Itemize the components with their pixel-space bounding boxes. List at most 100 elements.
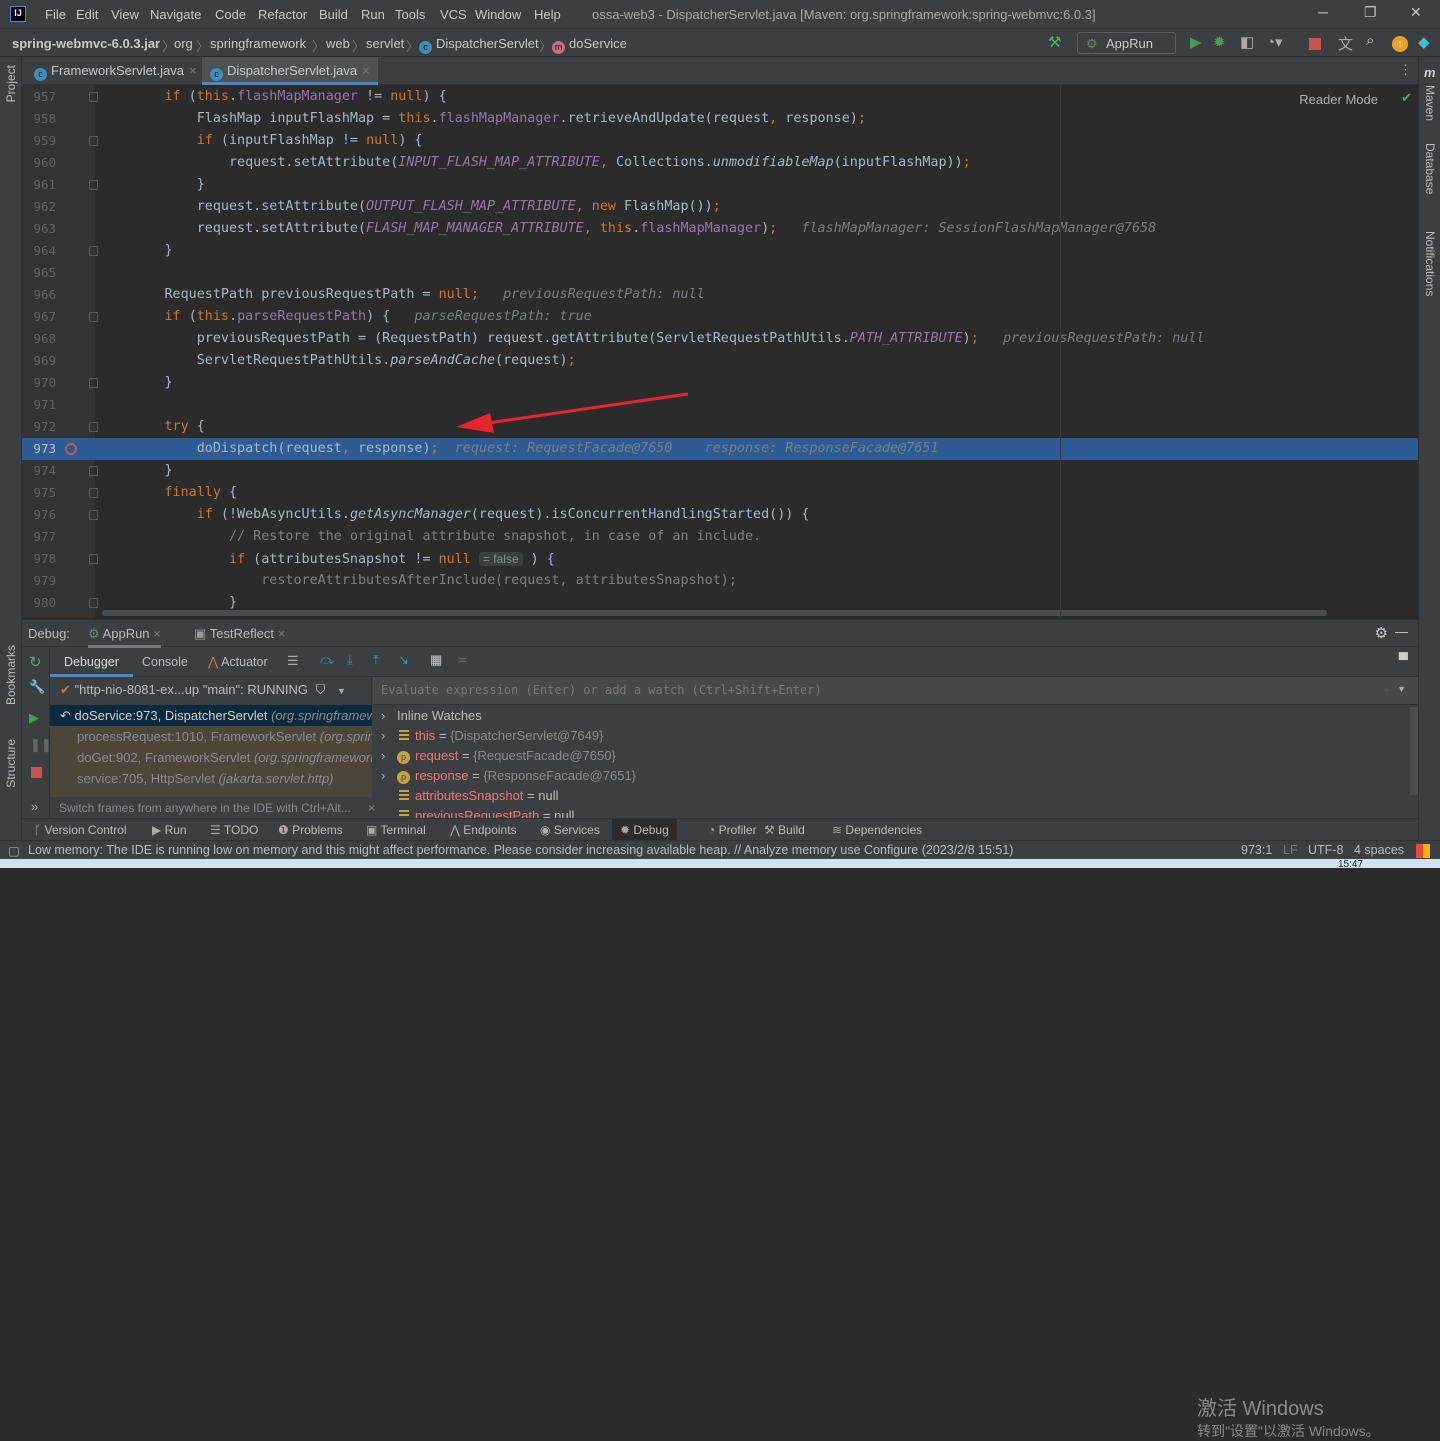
code-line[interactable]: 967 if (this.parseRequestPath) { parseRe… bbox=[22, 306, 1418, 328]
fold-marker-icon[interactable] bbox=[89, 598, 98, 608]
tab-debugger[interactable]: Debugger bbox=[50, 647, 133, 677]
code-line[interactable]: 972 try { bbox=[22, 416, 1418, 438]
code-line[interactable]: 962 request.setAttribute(OUTPUT_FLASH_MA… bbox=[22, 196, 1418, 218]
breadcrumb-springframework[interactable]: springframework bbox=[210, 36, 306, 51]
fold-marker-icon[interactable] bbox=[89, 466, 98, 476]
chevron-down-icon[interactable]: ▼ bbox=[1397, 684, 1406, 694]
restore-button[interactable]: ❐ bbox=[1364, 4, 1377, 21]
search-icon[interactable]: ⌕ bbox=[1366, 32, 1374, 49]
database-tool-button[interactable]: Database bbox=[1423, 143, 1437, 194]
thread-selector[interactable]: ✔ "http-nio-8081-ex...up "main": RUNNING… bbox=[50, 677, 372, 704]
expand-chevron-icon[interactable]: › bbox=[381, 768, 395, 783]
line-number[interactable]: 958 bbox=[22, 108, 56, 130]
fold-marker-icon[interactable] bbox=[89, 378, 98, 388]
breadcrumb-web[interactable]: web bbox=[326, 36, 350, 51]
bookmarks-tool-button[interactable]: Bookmarks bbox=[4, 645, 18, 705]
code-line[interactable]: 960 request.setAttribute(INPUT_FLASH_MAP… bbox=[22, 152, 1418, 174]
breadcrumb-method[interactable]: m doService bbox=[552, 36, 627, 54]
line-number[interactable]: 974 bbox=[22, 460, 56, 482]
minimize-panel-icon[interactable]: — bbox=[1395, 624, 1408, 639]
run-icon[interactable]: ▶ bbox=[1190, 33, 1202, 51]
tool-window-problems[interactable]: ❶ Problems bbox=[278, 823, 343, 837]
stop-icon[interactable] bbox=[1309, 38, 1321, 50]
filter-icon[interactable]: ⛉ bbox=[316, 682, 326, 697]
step-over-icon[interactable]: ⤼ bbox=[320, 652, 334, 668]
breadcrumb-org[interactable]: org bbox=[174, 36, 193, 51]
tool-window-dependencies[interactable]: ≋ Dependencies bbox=[832, 823, 922, 837]
reader-mode-button[interactable]: Reader Mode bbox=[1299, 92, 1378, 107]
minimize-button[interactable]: ─ bbox=[1318, 4, 1328, 20]
menu-help[interactable]: Help bbox=[534, 7, 561, 22]
code-line[interactable]: 965 bbox=[22, 262, 1418, 284]
expand-chevron-icon[interactable]: › bbox=[381, 708, 395, 723]
chevron-down-icon[interactable]: ▼ bbox=[337, 686, 346, 696]
indent-setting[interactable]: 4 spaces bbox=[1354, 843, 1404, 857]
variable-row[interactable]: › Inline Watches bbox=[381, 708, 482, 728]
line-number[interactable]: 961 bbox=[22, 174, 56, 196]
debug-icon[interactable]: ✹ bbox=[1213, 33, 1226, 51]
line-number[interactable]: 976 bbox=[22, 504, 56, 526]
plugin-icon[interactable]: ◆ bbox=[1418, 33, 1430, 51]
pause-icon[interactable]: ❚❚ bbox=[30, 737, 52, 753]
expand-chevron-icon[interactable]: › bbox=[381, 748, 395, 763]
tab-frameworkservlet[interactable]: c FrameworkServlet.java × bbox=[26, 57, 205, 85]
stack-frame[interactable]: service:705, HttpServlet (jakarta.servle… bbox=[50, 768, 372, 798]
fold-marker-icon[interactable] bbox=[89, 246, 98, 256]
variable-row[interactable]: › this = {DispatcherServlet@7649} bbox=[381, 728, 603, 748]
close-window-button[interactable]: ✕ bbox=[1410, 4, 1422, 21]
tool-window-services[interactable]: ◉ Services bbox=[540, 823, 600, 837]
code-line[interactable]: 973 doDispatch(request, response); reque… bbox=[22, 438, 1418, 460]
line-number[interactable]: 971 bbox=[22, 394, 56, 416]
settings-gear-icon[interactable]: ⚙ bbox=[1375, 624, 1388, 642]
fold-marker-icon[interactable] bbox=[89, 554, 98, 564]
tool-window-run[interactable]: ▶ Run bbox=[152, 823, 187, 837]
session-tab-testreflect[interactable]: ▣ TestReflect × bbox=[194, 626, 285, 642]
line-number[interactable]: 979 bbox=[22, 570, 56, 592]
breakpoint-icon[interactable] bbox=[65, 443, 77, 455]
project-tool-button[interactable]: Project bbox=[4, 65, 18, 102]
code-line[interactable]: 979 restoreAttributesAfterInclude(reques… bbox=[22, 570, 1418, 592]
run-to-cursor-icon[interactable]: ↘ bbox=[398, 652, 409, 668]
update-icon[interactable]: ↑ bbox=[1392, 36, 1408, 52]
settings-wrench-icon[interactable]: 🔧 bbox=[29, 679, 45, 695]
breadcrumb-class[interactable]: c DispatcherServlet bbox=[419, 36, 539, 54]
breadcrumb-jar[interactable]: spring-webmvc-6.0.3.jar bbox=[12, 36, 160, 51]
close-tab-icon[interactable]: × bbox=[362, 63, 370, 78]
evaluate-expression-icon[interactable]: ▦ bbox=[430, 652, 442, 668]
line-number[interactable]: 973 bbox=[22, 438, 56, 460]
code-line[interactable]: 971 bbox=[22, 394, 1418, 416]
line-number[interactable]: 966 bbox=[22, 284, 56, 306]
close-tab-icon[interactable]: × bbox=[278, 626, 286, 641]
menu-edit[interactable]: Edit bbox=[76, 7, 98, 22]
line-number[interactable]: 968 bbox=[22, 328, 56, 350]
expand-chevron-icon[interactable]: › bbox=[381, 728, 395, 743]
vertical-scrollbar[interactable] bbox=[1410, 707, 1418, 795]
line-number[interactable]: 963 bbox=[22, 218, 56, 240]
add-watch-icon[interactable]: + bbox=[1382, 682, 1390, 697]
line-number[interactable]: 977 bbox=[22, 526, 56, 548]
horizontal-scrollbar[interactable] bbox=[102, 610, 1327, 616]
line-number[interactable]: 975 bbox=[22, 482, 56, 504]
code-editor[interactable]: 957 if (this.flashMapManager != null) {9… bbox=[22, 85, 1418, 618]
line-number[interactable]: 964 bbox=[22, 240, 56, 262]
code-line[interactable]: 968 previousRequestPath = (RequestPath) … bbox=[22, 328, 1418, 350]
menu-navigate[interactable]: Navigate bbox=[150, 7, 201, 22]
tool-window-todo[interactable]: ☰ TODO bbox=[210, 823, 258, 837]
tab-actuator[interactable]: ⋀ Actuator bbox=[208, 654, 268, 669]
menu-tools[interactable]: Tools bbox=[395, 7, 425, 22]
line-number[interactable]: 980 bbox=[22, 592, 56, 614]
tool-window-endpoints[interactable]: ⋀ Endpoints bbox=[450, 823, 517, 837]
close-tab-icon[interactable]: × bbox=[189, 63, 197, 78]
more-tabs-icon[interactable]: ⋮ bbox=[1399, 62, 1412, 78]
line-number[interactable]: 957 bbox=[22, 86, 56, 108]
variable-row[interactable]: › p response = {ResponseFacade@7651} bbox=[381, 768, 636, 788]
layout-settings-icon[interactable]: ▀ bbox=[1399, 652, 1408, 667]
code-line[interactable]: 959 if (inputFlashMap != null) { bbox=[22, 130, 1418, 152]
menu-file[interactable]: File bbox=[45, 7, 66, 22]
translate-icon[interactable]: 文 bbox=[1338, 33, 1353, 54]
fold-marker-icon[interactable] bbox=[89, 422, 98, 432]
code-line[interactable]: 963 request.setAttribute(FLASH_MAP_MANAG… bbox=[22, 218, 1418, 240]
fold-marker-icon[interactable] bbox=[89, 180, 98, 190]
code-line[interactable]: 958 FlashMap inputFlashMap = this.flashM… bbox=[22, 108, 1418, 130]
profiler-icon[interactable]: ◔▾ bbox=[1266, 33, 1283, 51]
